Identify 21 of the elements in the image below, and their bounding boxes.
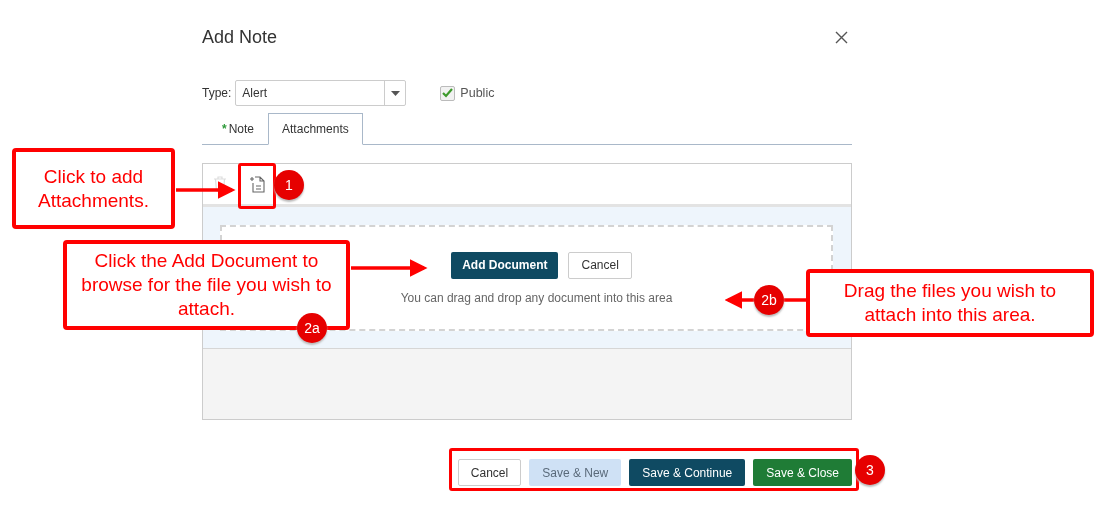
- public-label: Public: [460, 86, 495, 100]
- caret-icon: [390, 90, 400, 96]
- step-badge: 1: [274, 170, 304, 200]
- tab[interactable]: * Note: [202, 113, 269, 145]
- close-icon[interactable]: [835, 30, 848, 44]
- type-label: Type:: [202, 86, 232, 100]
- cancel-button[interactable]: Cancel: [568, 251, 632, 279]
- drop-hint: You can drag and drop any document into this area: [400, 290, 673, 305]
- footer-button[interactable]: Save & Continue: [629, 459, 746, 486]
- arrow: [724, 291, 754, 309]
- type-dropdown[interactable]: Alert: [235, 80, 407, 106]
- callout-text: Click to add Attachments.: [37, 164, 150, 213]
- dialog-title: Add Note: [202, 26, 278, 48]
- callout-text: Drag the files you wish to attach into this area.: [842, 279, 1058, 327]
- step-badge: 3: [855, 455, 885, 485]
- tab[interactable]: Attachments: [268, 113, 363, 145]
- add-file-icon[interactable]: [249, 175, 265, 193]
- footer-button[interactable]: Cancel: [457, 459, 522, 486]
- public-checkbox[interactable]: [440, 85, 456, 101]
- add-document-button[interactable]: Add Document: [451, 251, 559, 279]
- footer-button[interactable]: Save & Close: [753, 459, 852, 486]
